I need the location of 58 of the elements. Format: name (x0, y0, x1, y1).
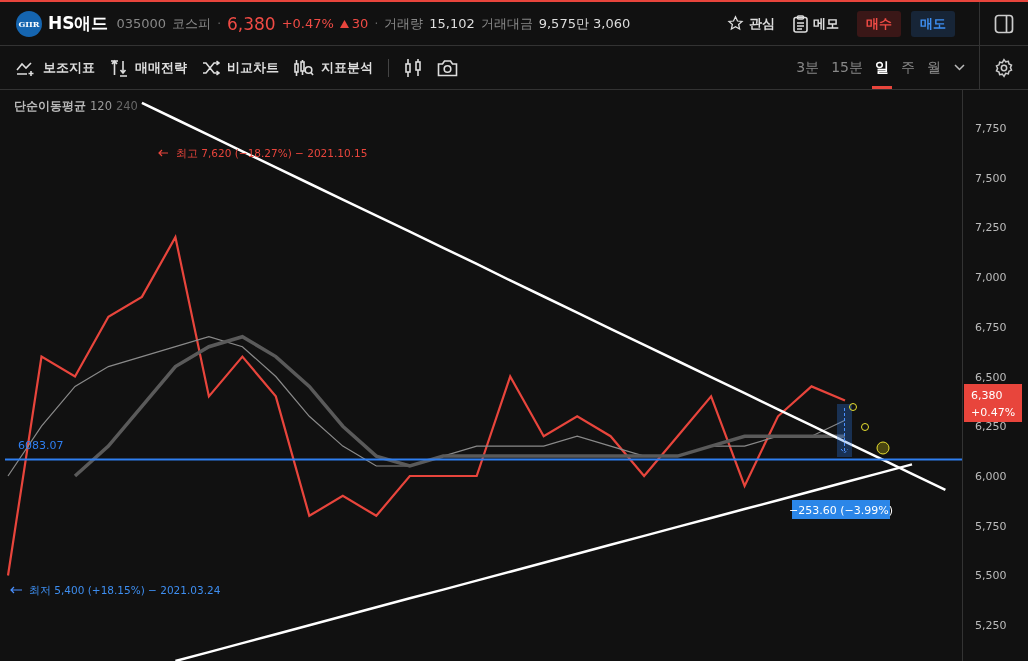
line-chart-plus-icon (16, 59, 36, 76)
y-axis-label: 5,500 (975, 569, 1007, 583)
y-axis-label: 6,500 (975, 370, 1007, 384)
indicator-period: 120 (90, 99, 112, 114)
separator-dot: · (217, 16, 221, 31)
amount-label: 거래대금 (480, 14, 533, 33)
y-axis-label: 7,250 (975, 221, 1007, 235)
candlestick-icon[interactable] (404, 57, 422, 78)
shuffle-icon (202, 59, 220, 76)
indicator-period: 240 (115, 99, 138, 114)
marker-circle (876, 441, 890, 455)
separator-dot: · (374, 16, 379, 31)
toolbar-button[interactable]: 지표분석 (294, 58, 373, 77)
settings-icon[interactable] (994, 57, 1014, 78)
camera-icon[interactable] (437, 58, 458, 77)
low-price-label: 최저 5,400 (+18.15%) − 2021.03.24 (10, 584, 221, 596)
y-axis-label: 5,250 (975, 619, 1007, 633)
current-price: 6,380 (226, 13, 276, 34)
indicator-name: 단순이동평균 (14, 99, 86, 114)
panel-toggle-icon[interactable] (994, 13, 1014, 34)
watchlist-button[interactable]: 관심 (721, 10, 781, 37)
period-tab[interactable]: 일 (872, 46, 892, 89)
y-axis-label: 7,750 (975, 121, 1007, 135)
caret-icon[interactable] (954, 64, 965, 71)
change-percent: +0.47% (281, 16, 334, 31)
stock-name: HS애드 (48, 12, 109, 35)
period-tab[interactable]: 월 (924, 46, 944, 89)
y-axis-label: 6,750 (975, 320, 1007, 334)
sell-button[interactable]: 매도 (911, 10, 955, 37)
clipboard-icon (793, 14, 808, 33)
up-triangle-icon (339, 19, 349, 28)
candles-search-icon (294, 58, 314, 77)
star-icon (727, 15, 744, 32)
change-amount: 30 (351, 16, 369, 31)
toolbar-button[interactable]: 매매전략 (110, 58, 187, 77)
measure-drawing (837, 404, 852, 457)
volume-value: 15,102 (429, 16, 475, 31)
market-name: 코스피 (172, 14, 212, 33)
up-down-arrows-icon (110, 58, 128, 77)
toolbar-button[interactable]: 보조지표 (16, 58, 95, 77)
y-axis-label: 5,750 (975, 519, 1007, 533)
stock-code: 035000 (116, 16, 167, 31)
company-logo: GIIR (16, 10, 42, 37)
toolbar-button[interactable]: 비교차트 (202, 58, 279, 77)
y-axis-label: 7,000 (975, 271, 1007, 284)
period-tab[interactable]: 15분 (828, 46, 866, 89)
y-axis-label: 6,250 (975, 420, 1007, 434)
y-axis-label: 7,500 (975, 171, 1007, 185)
amount-value: 9,575만 3,060 (538, 14, 631, 33)
buy-button[interactable]: 매수 (857, 10, 901, 37)
volume-label: 거래량 (384, 14, 424, 33)
marker-circle (849, 403, 857, 411)
period-tab[interactable]: 주 (898, 46, 918, 89)
period-tab[interactable]: 3분 (793, 46, 823, 89)
current-price-tag: 6,380 +0.47% (964, 384, 1022, 422)
memo-button[interactable]: 메모 (787, 10, 845, 37)
marker-circle (861, 423, 869, 431)
y-axis-label: 6,000 (975, 470, 1007, 483)
